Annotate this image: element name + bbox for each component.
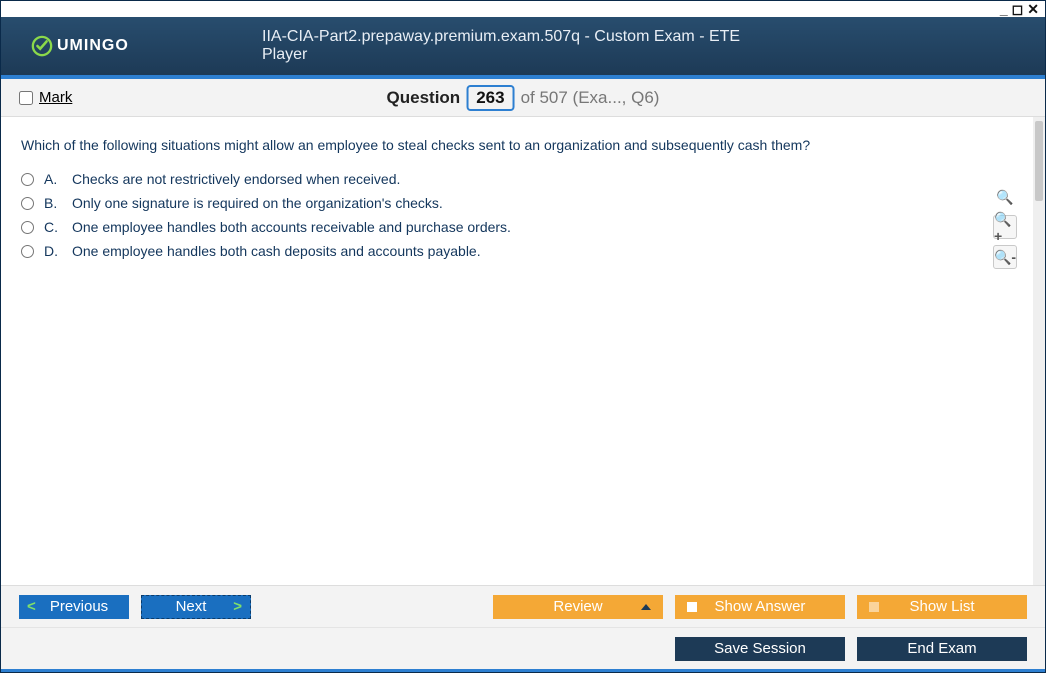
choice-radio[interactable] [21,221,34,234]
check-circle-icon [31,35,53,57]
question-indicator: Question 263 of 507 (Exa..., Q6) [387,85,660,111]
triangle-up-icon [641,604,651,610]
save-session-label: Save Session [714,640,806,657]
choice-radio[interactable] [21,173,34,186]
zoom-out-button[interactable]: 🔍- [993,245,1017,269]
review-button[interactable]: Review [493,595,663,619]
content-scrollbar[interactable] [1033,117,1045,585]
choice-a[interactable]: A. Checks are not restrictively endorsed… [21,171,1025,187]
choice-c[interactable]: C. One employee handles both accounts re… [21,219,1025,235]
app-window: _ ◻ ✕ UMINGO IIA-CIA-Part2.prepaway.prem… [0,0,1046,673]
save-session-button[interactable]: Save Session [675,637,845,661]
brand-text: UMINGO [57,37,129,55]
mark-label[interactable]: Mark [39,89,72,106]
chevron-left-icon: < [27,598,36,615]
choice-letter: C. [44,219,62,235]
choice-list: A. Checks are not restrictively endorsed… [21,171,1025,259]
mark-checkbox-wrap[interactable]: Mark [19,89,72,106]
question-total: of 507 (Exa..., Q6) [521,88,660,108]
minimize-icon[interactable]: _ [1000,1,1008,17]
chevron-right-icon: > [233,598,242,615]
choice-radio[interactable] [21,197,34,210]
next-button[interactable]: Next > [141,595,251,619]
zoom-reset-icon[interactable]: 🔍 [993,185,1017,209]
choice-text: One employee handles both accounts recei… [72,219,511,235]
show-list-button[interactable]: Show List [857,595,1027,619]
choice-text: One employee handles both cash deposits … [72,243,481,259]
review-label: Review [553,598,602,615]
previous-label: Previous [50,598,108,615]
maximize-icon[interactable]: ◻ [1012,1,1024,18]
window-title: IIA-CIA-Part2.prepaway.premium.exam.507q… [262,28,784,64]
choice-b[interactable]: B. Only one signature is required on the… [21,195,1025,211]
choice-text: Checks are not restrictively endorsed wh… [72,171,400,187]
show-answer-button[interactable]: Show Answer [675,595,845,619]
header-bar: UMINGO IIA-CIA-Part2.prepaway.premium.ex… [1,17,1045,75]
scrollbar-thumb[interactable] [1035,121,1043,201]
choice-radio[interactable] [21,245,34,258]
zoom-in-button[interactable]: 🔍+ [993,215,1017,239]
square-icon [869,602,879,612]
content-area: Which of the following situations might … [1,117,1045,585]
session-footer: Save Session End Exam [1,627,1045,669]
show-list-label: Show List [909,598,974,615]
footer-divider [1,669,1045,672]
previous-button[interactable]: < Previous [19,595,129,619]
square-icon [687,602,697,612]
choice-letter: B. [44,195,62,211]
window-controls: _ ◻ ✕ [1,1,1045,17]
next-label: Next [176,598,207,615]
end-exam-button[interactable]: End Exam [857,637,1027,661]
question-bar: Mark Question 263 of 507 (Exa..., Q6) [1,79,1045,117]
mark-checkbox[interactable] [19,91,33,105]
zoom-tools: 🔍 🔍+ 🔍- [993,185,1017,269]
end-exam-label: End Exam [907,640,976,657]
nav-footer: < Previous Next > Review Show Answer Sho… [1,585,1045,627]
choice-letter: A. [44,171,62,187]
question-content: Which of the following situations might … [1,117,1045,279]
choice-letter: D. [44,243,62,259]
question-label: Question [387,88,461,108]
brand-logo: UMINGO [31,35,129,57]
close-icon[interactable]: ✕ [1027,1,1039,18]
question-number[interactable]: 263 [466,85,514,111]
show-answer-label: Show Answer [715,598,806,615]
choice-d[interactable]: D. One employee handles both cash deposi… [21,243,1025,259]
question-text: Which of the following situations might … [21,137,1025,153]
choice-text: Only one signature is required on the or… [72,195,443,211]
